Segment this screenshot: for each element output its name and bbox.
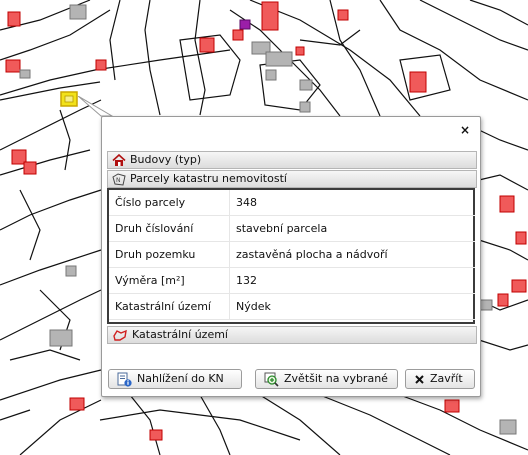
section-cadastral-label: Katastrální území (132, 328, 228, 341)
table-row: Druh číslování stavební parcela (109, 215, 475, 242)
attribute-key: Výměra [m²] (109, 267, 230, 294)
attribute-key: Katastrální území (109, 293, 230, 320)
attribute-value: Nýdek (229, 293, 475, 320)
zoom-to-selected-label: Zvětšit na vybrané (284, 372, 388, 385)
cadastral-area-icon (113, 329, 127, 341)
parcel-attributes-panel: Číslo parcely 348 Druh číslování stavebn… (107, 188, 475, 324)
attribute-value: 132 (229, 267, 475, 294)
attribute-key: Číslo parcely (109, 190, 230, 216)
svg-text:N: N (116, 177, 121, 184)
section-buildings-header[interactable]: Budovy (typ) (107, 151, 477, 169)
view-kn-button[interactable]: Nahlížení do KN (108, 369, 242, 389)
table-row: Druh pozemku zastavěná plocha a nádvoří (109, 241, 475, 268)
zoom-in-icon (264, 372, 279, 387)
table-row: Katastrální území Nýdek (109, 293, 475, 320)
house-icon (112, 153, 126, 166)
attribute-value: stavební parcela (229, 215, 475, 242)
section-parcels-header[interactable]: N Parcely katastru nemovitostí (107, 170, 477, 188)
attributes-table: Číslo parcely 348 Druh číslování stavebn… (109, 190, 475, 320)
attribute-value: zastavěná plocha a nádvoří (229, 241, 475, 268)
attribute-value: 348 (229, 190, 475, 216)
close-x-icon (415, 374, 424, 384)
close-button[interactable]: Zavřít (405, 369, 475, 389)
section-cadastral-header[interactable]: Katastrální území (107, 326, 477, 344)
attribute-key: Druh pozemku (109, 241, 230, 268)
attribute-key: Druh číslování (109, 215, 230, 242)
close-label: Zavřít (430, 372, 463, 385)
parcel-icon: N (112, 172, 126, 186)
close-icon[interactable]: × (458, 123, 472, 137)
section-parcels-label: Parcely katastru nemovitostí (130, 172, 287, 185)
view-kn-label: Nahlížení do KN (137, 372, 224, 385)
table-row: Výměra [m²] 132 (109, 267, 475, 294)
document-info-icon (117, 372, 132, 387)
section-buildings-label: Budovy (typ) (130, 153, 202, 166)
zoom-to-selected-button[interactable]: Zvětšit na vybrané (255, 369, 398, 389)
feature-info-popup: × Budovy (typ) N Parcely katastru nemovi… (101, 116, 481, 397)
table-row: Číslo parcely 348 (109, 190, 475, 216)
